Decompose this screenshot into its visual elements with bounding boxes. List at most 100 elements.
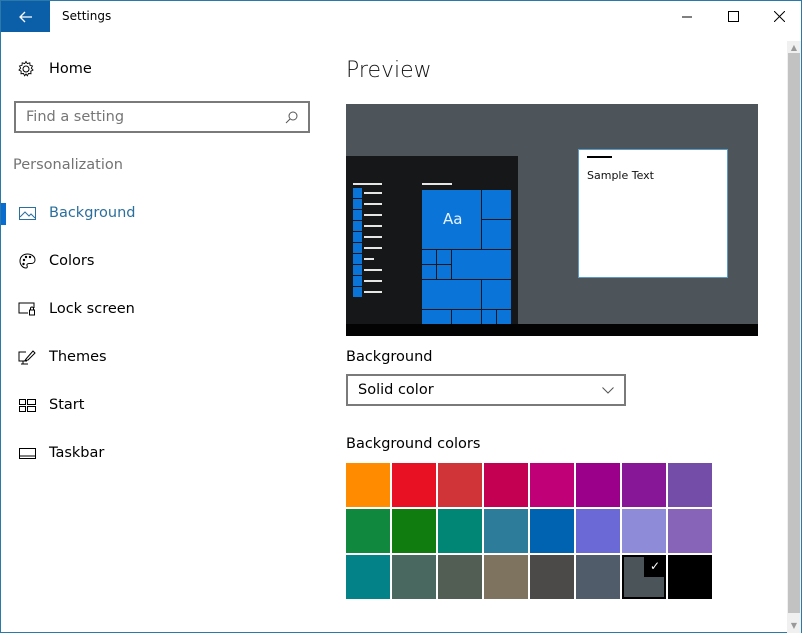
sidebar-item-start[interactable]: Start [1, 381, 323, 429]
color-swatch[interactable] [484, 509, 528, 553]
color-swatch[interactable] [530, 463, 574, 507]
background-colors-label: Background colors [346, 436, 481, 452]
checkmark-icon: ✓ [644, 555, 666, 577]
color-swatch[interactable] [530, 555, 574, 599]
close-button[interactable] [756, 1, 802, 32]
sidebar-item-label: Background [49, 205, 136, 221]
sidebar-item-taskbar[interactable]: Taskbar [1, 429, 323, 477]
preview-tile [422, 310, 451, 324]
color-swatch[interactable] [392, 555, 436, 599]
preview-app-label [364, 280, 382, 282]
background-dropdown-value: Solid color [358, 382, 434, 398]
home-label: Home [49, 61, 92, 77]
color-swatch[interactable] [484, 463, 528, 507]
vertical-scrollbar[interactable]: ▲ ▼ [787, 41, 801, 633]
preview-tile [422, 280, 481, 309]
preview-tile [497, 310, 511, 324]
main-content: Preview Aa Sample Text Background Solid … [323, 32, 769, 632]
preview-app-icon [353, 276, 362, 286]
preview-tile [482, 190, 511, 219]
color-swatch[interactable] [392, 509, 436, 553]
preview-tile [482, 280, 511, 309]
minimize-icon [682, 16, 692, 17]
color-swatch[interactable] [484, 555, 528, 599]
preview-tile [437, 250, 451, 264]
color-swatch[interactable] [392, 463, 436, 507]
color-swatch[interactable] [668, 509, 712, 553]
sidebar-nav: Background Colors Lock screen Themes Sta… [1, 189, 323, 477]
search-box[interactable] [14, 101, 310, 133]
sidebar-item-label: Themes [49, 349, 107, 365]
color-swatch[interactable] [668, 555, 712, 599]
color-swatch[interactable] [438, 509, 482, 553]
preview-app-label [364, 225, 382, 227]
preview-start-menu: Aa [346, 156, 518, 324]
preview-app-label [364, 214, 382, 216]
preview-app-icon [353, 221, 362, 231]
minimize-button[interactable] [664, 1, 710, 32]
app-title: Settings [62, 9, 112, 23]
lock-screen-icon [18, 300, 36, 318]
settings-window: Settings Home Personalization Background [0, 0, 802, 633]
back-button[interactable] [1, 1, 50, 32]
sidebar-item-colors[interactable]: Colors [1, 237, 323, 285]
preview-tile [452, 250, 511, 279]
preview-app-icon [353, 243, 362, 253]
gear-icon [18, 60, 34, 77]
scroll-up-button[interactable]: ▲ [787, 41, 801, 53]
sidebar-item-label: Lock screen [49, 301, 135, 317]
color-swatch[interactable] [622, 463, 666, 507]
preview-app-icon [353, 265, 362, 275]
color-swatch[interactable] [346, 555, 390, 599]
sidebar-item-label: Taskbar [49, 445, 105, 461]
preview-app-label [364, 247, 382, 249]
color-swatch[interactable] [668, 463, 712, 507]
preview-tile [422, 250, 436, 264]
search-input[interactable] [26, 109, 285, 125]
themes-icon [18, 348, 36, 366]
sidebar-item-lock-screen[interactable]: Lock screen [1, 285, 323, 333]
preview-tile: Aa [422, 190, 481, 249]
preview-window: Sample Text [578, 149, 728, 278]
preview-app-label [364, 269, 382, 271]
color-swatch-grid: ✓ [346, 463, 714, 599]
sidebar-item-themes[interactable]: Themes [1, 333, 323, 381]
back-arrow-icon [18, 11, 32, 22]
color-swatch[interactable] [576, 509, 620, 553]
preview-app-icon [353, 232, 362, 242]
chevron-down-icon [602, 386, 614, 394]
section-heading: Personalization [13, 157, 123, 173]
color-swatch[interactable] [438, 463, 482, 507]
color-swatch[interactable] [622, 509, 666, 553]
background-dropdown[interactable]: Solid color [346, 374, 626, 406]
preview-tile [452, 310, 481, 324]
search-icon[interactable] [285, 111, 298, 124]
preview-tile [482, 220, 511, 249]
sidebar-item-background[interactable]: Background [1, 189, 323, 237]
start-icon [18, 396, 36, 414]
sidebar-item-label: Start [49, 397, 85, 413]
scroll-down-button[interactable]: ▼ [787, 619, 801, 631]
desktop-preview: Aa Sample Text [346, 104, 758, 336]
color-swatch[interactable] [438, 555, 482, 599]
preview-app-icon [353, 287, 362, 297]
preview-tile [422, 265, 436, 279]
maximize-icon [727, 11, 739, 22]
color-swatch[interactable]: ✓ [622, 555, 666, 599]
title-bar: Settings [1, 1, 801, 32]
maximize-button[interactable] [710, 1, 756, 32]
sidebar: Home Personalization Background Colors L… [1, 32, 323, 632]
color-swatch[interactable] [576, 555, 620, 599]
preview-app-icon [353, 188, 362, 198]
preview-taskbar [346, 324, 758, 336]
preview-tile [482, 310, 496, 324]
picture-icon [18, 204, 36, 222]
color-swatch[interactable] [530, 509, 574, 553]
color-swatch[interactable] [576, 463, 620, 507]
color-swatch[interactable] [346, 509, 390, 553]
background-label: Background [346, 349, 433, 365]
preview-app-label [364, 192, 382, 194]
color-swatch[interactable] [346, 463, 390, 507]
scrollbar-thumb[interactable] [788, 53, 800, 613]
sidebar-home[interactable]: Home [17, 60, 92, 78]
